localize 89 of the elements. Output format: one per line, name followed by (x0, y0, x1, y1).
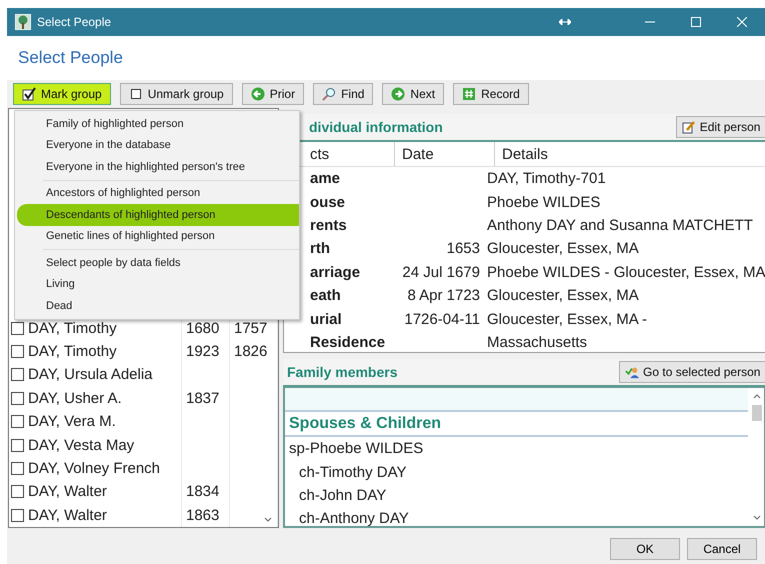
section-title: dividual information (308, 119, 443, 135)
family-member[interactable]: sp-Phoebe WILDES (289, 440, 424, 458)
resize-icon (559, 19, 571, 25)
fact-label: rents (310, 216, 347, 234)
birth-year: 1834 (186, 483, 220, 500)
fact-details: Phoebe WILDES - Gloucester, Essex, MA (487, 264, 765, 281)
dialog-button[interactable]: OK (610, 538, 680, 560)
pencil-icon (682, 120, 696, 134)
checkbox[interactable] (11, 462, 24, 476)
menu-item[interactable]: Everyone in the database (15, 134, 299, 156)
fact-date: 1653 (446, 240, 480, 258)
fact-label: ouse (310, 194, 346, 211)
section-title: Family members (286, 364, 398, 380)
fact-label: rth (310, 240, 330, 258)
menu-item[interactable]: Ancestors of highlighted person (15, 182, 299, 204)
people-icon (625, 365, 640, 379)
fact-details: Gloucester, Essex, MA - (487, 310, 648, 328)
checkbox[interactable] (11, 368, 24, 382)
go-to-person-button[interactable]: Go to selected person (619, 361, 765, 383)
checkbox[interactable] (11, 322, 24, 335)
check-icon (22, 87, 36, 101)
fact-date: 1726-04-11 (404, 310, 480, 328)
scroll-down-icon[interactable] (264, 517, 272, 522)
menu-item[interactable]: Dead (15, 295, 299, 316)
scroll-up-icon[interactable] (753, 394, 762, 399)
birth-year: 1863 (186, 506, 220, 524)
menu-item[interactable]: Genetic lines of highlighted person (15, 226, 299, 247)
search-icon (322, 87, 336, 101)
toolbar-button[interactable]: Prior (242, 83, 304, 105)
toolbar-button[interactable]: Next (382, 83, 444, 105)
group-heading: Spouses & Children (289, 414, 442, 432)
person-name[interactable]: DAY, Ursula Adelia (9, 363, 182, 387)
menu-item[interactable]: Family of highlighted person (15, 113, 299, 134)
death-year: 1757 (234, 320, 268, 337)
toolbar-button[interactable]: Record (453, 83, 529, 105)
person-name[interactable]: DAY, Volney French (9, 456, 182, 480)
checkbox[interactable] (11, 508, 24, 522)
person-name[interactable]: DAY, Timothy (9, 340, 182, 364)
maximize-icon[interactable] (691, 17, 701, 27)
tree-icon (15, 14, 31, 30)
birth-year: 1837 (186, 390, 220, 407)
dialog-button[interactable]: Cancel (687, 538, 757, 560)
scroll-thumb[interactable] (752, 405, 762, 421)
checkbox[interactable] (11, 415, 24, 428)
fact-details: Gloucester, Essex, MA (487, 240, 639, 258)
checkbox[interactable] (11, 485, 24, 498)
checkbox[interactable] (11, 392, 24, 405)
close-icon[interactable] (737, 17, 747, 27)
checkbox[interactable] (11, 345, 24, 358)
checkbox-icon (128, 87, 143, 101)
birth-year: 1923 (186, 343, 220, 360)
fact-label: arriage (310, 264, 360, 281)
column-header: cts (310, 146, 330, 162)
fact-label: urial (310, 310, 342, 328)
toolbar-button[interactable]: Find (313, 83, 374, 105)
checkbox[interactable] (11, 438, 24, 452)
fact-label: Residence (310, 334, 386, 351)
fact-date: 24 Jul 1679 (402, 264, 480, 281)
person-name[interactable]: DAY, Vesta May (9, 433, 182, 457)
family-member[interactable]: ch-John DAY (299, 486, 386, 504)
family-member[interactable]: ch-Timothy DAY (299, 464, 407, 481)
fact-date: 8 Apr 1723 (407, 287, 480, 304)
menu-item[interactable]: Descendants of highlighted person (17, 204, 299, 226)
menu-item[interactable]: Everyone in the highlighted person's tree (15, 156, 299, 178)
fact-details: DAY, Timothy-701 (487, 170, 606, 188)
person-name[interactable]: DAY, Usher A. (9, 386, 182, 410)
fact-details: Anthony DAY and Susanna MATCHETT (487, 216, 753, 234)
menu-item[interactable]: Living (15, 274, 299, 295)
toolbar-button[interactable]: Mark group (13, 83, 111, 105)
column-header: Date (402, 146, 434, 162)
family-member[interactable]: ch-Anthony DAY (299, 510, 409, 526)
person-name[interactable]: DAY, Walter (9, 480, 182, 504)
toolbar-button[interactable]: Unmark group (120, 83, 233, 105)
column-header: Details (502, 146, 548, 162)
fact-details: Gloucester, Essex, MA (487, 287, 639, 304)
person-name[interactable]: DAY, Vera M. (9, 410, 182, 434)
death-year: 1826 (234, 343, 268, 360)
fact-details: Massachusetts (487, 334, 588, 351)
grid-icon (462, 87, 476, 101)
dialog-heading: Select People (18, 48, 123, 68)
edit-person-button[interactable]: Edit person (676, 116, 765, 138)
menu-item[interactable]: Select people by data fields (15, 252, 299, 274)
person-name[interactable]: DAY, Walter (9, 504, 182, 527)
fact-label: ame (310, 170, 340, 188)
scroll-down-icon[interactable] (753, 515, 762, 520)
birth-year: 1680 (186, 320, 220, 337)
fact-label: eath (310, 287, 341, 304)
window-title: Select People (37, 15, 112, 29)
fact-details: Phoebe WILDES (487, 194, 600, 211)
